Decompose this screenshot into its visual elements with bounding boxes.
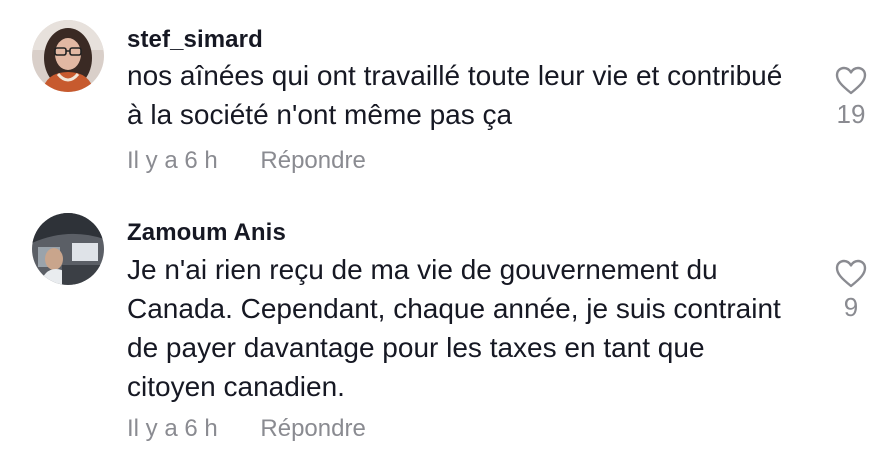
comment-meta: Il y a 6 h Répondre — [127, 147, 366, 175]
comment-username[interactable]: Zamoum Anis — [127, 219, 286, 247]
comment-meta: Il y a 6 h Répondre — [127, 415, 366, 443]
like-count: 9 — [843, 292, 859, 322]
avatar-image — [32, 20, 104, 92]
like-button[interactable]: 9 — [828, 259, 874, 323]
comment-text: Je n'ai rien reçu de ma vie de gouvernem… — [127, 254, 781, 402]
avatar-image — [32, 213, 104, 285]
heart-outline-icon — [835, 66, 867, 95]
reply-button[interactable]: Répondre — [260, 147, 365, 175]
like-button[interactable]: 19 — [828, 66, 874, 130]
heart-outline-icon — [835, 259, 867, 288]
comment-text: nos aînées qui ont travaillé toute leur … — [127, 60, 783, 130]
comment-username[interactable]: stef_simard — [127, 26, 263, 54]
comment-timestamp: Il y a 6 h — [127, 147, 218, 174]
reply-button[interactable]: Répondre — [260, 415, 365, 443]
like-count: 19 — [836, 99, 866, 129]
comment-timestamp: Il y a 6 h — [127, 415, 218, 442]
avatar[interactable] — [32, 213, 104, 285]
avatar[interactable] — [32, 20, 104, 92]
